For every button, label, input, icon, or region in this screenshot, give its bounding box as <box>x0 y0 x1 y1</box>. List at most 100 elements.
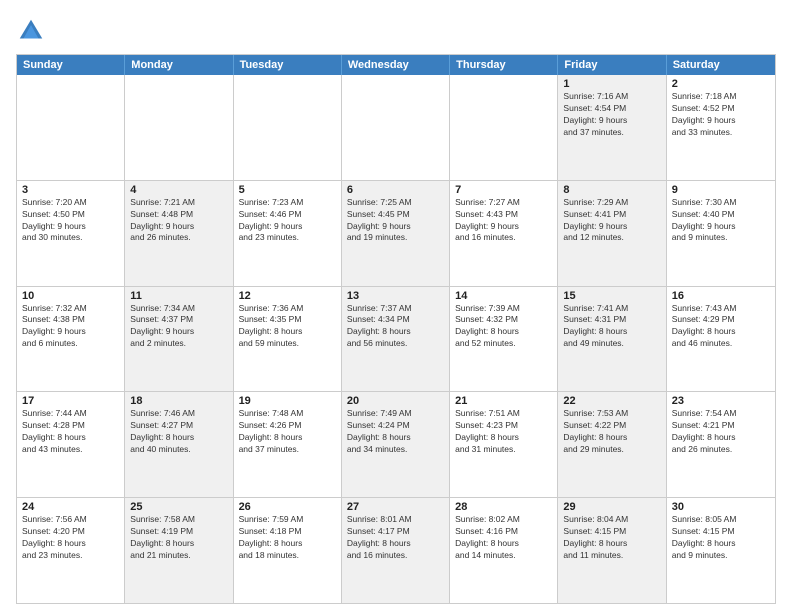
day-number: 4 <box>130 184 227 196</box>
day-number: 12 <box>239 290 336 302</box>
calendar-cell: 10Sunrise: 7:32 AM Sunset: 4:38 PM Dayli… <box>17 287 125 392</box>
day-info: Sunrise: 8:04 AM Sunset: 4:15 PM Dayligh… <box>563 514 660 562</box>
header <box>16 16 776 46</box>
calendar-cell: 2Sunrise: 7:18 AM Sunset: 4:52 PM Daylig… <box>667 75 775 180</box>
day-number: 7 <box>455 184 552 196</box>
calendar-row: 24Sunrise: 7:56 AM Sunset: 4:20 PM Dayli… <box>17 497 775 603</box>
calendar-body: 1Sunrise: 7:16 AM Sunset: 4:54 PM Daylig… <box>17 75 775 603</box>
day-number: 10 <box>22 290 119 302</box>
day-number: 16 <box>672 290 770 302</box>
day-number: 26 <box>239 501 336 513</box>
day-info: Sunrise: 7:49 AM Sunset: 4:24 PM Dayligh… <box>347 408 444 456</box>
day-info: Sunrise: 7:48 AM Sunset: 4:26 PM Dayligh… <box>239 408 336 456</box>
day-number: 29 <box>563 501 660 513</box>
day-info: Sunrise: 7:23 AM Sunset: 4:46 PM Dayligh… <box>239 197 336 245</box>
calendar-row: 10Sunrise: 7:32 AM Sunset: 4:38 PM Dayli… <box>17 286 775 392</box>
day-info: Sunrise: 8:02 AM Sunset: 4:16 PM Dayligh… <box>455 514 552 562</box>
day-number: 13 <box>347 290 444 302</box>
day-number: 25 <box>130 501 227 513</box>
calendar-cell: 26Sunrise: 7:59 AM Sunset: 4:18 PM Dayli… <box>234 498 342 603</box>
day-info: Sunrise: 7:21 AM Sunset: 4:48 PM Dayligh… <box>130 197 227 245</box>
calendar-cell: 7Sunrise: 7:27 AM Sunset: 4:43 PM Daylig… <box>450 181 558 286</box>
day-info: Sunrise: 7:56 AM Sunset: 4:20 PM Dayligh… <box>22 514 119 562</box>
logo <box>16 16 50 46</box>
day-number: 8 <box>563 184 660 196</box>
page: SundayMondayTuesdayWednesdayThursdayFrid… <box>0 0 792 612</box>
calendar-cell: 18Sunrise: 7:46 AM Sunset: 4:27 PM Dayli… <box>125 392 233 497</box>
calendar-header-day: Tuesday <box>234 55 342 75</box>
day-number: 22 <box>563 395 660 407</box>
calendar-cell: 28Sunrise: 8:02 AM Sunset: 4:16 PM Dayli… <box>450 498 558 603</box>
day-number: 19 <box>239 395 336 407</box>
calendar-cell: 3Sunrise: 7:20 AM Sunset: 4:50 PM Daylig… <box>17 181 125 286</box>
calendar-cell: 14Sunrise: 7:39 AM Sunset: 4:32 PM Dayli… <box>450 287 558 392</box>
calendar-header: SundayMondayTuesdayWednesdayThursdayFrid… <box>17 55 775 75</box>
day-info: Sunrise: 7:16 AM Sunset: 4:54 PM Dayligh… <box>563 91 660 139</box>
calendar-cell: 27Sunrise: 8:01 AM Sunset: 4:17 PM Dayli… <box>342 498 450 603</box>
day-info: Sunrise: 7:20 AM Sunset: 4:50 PM Dayligh… <box>22 197 119 245</box>
day-number: 2 <box>672 78 770 90</box>
calendar-cell: 29Sunrise: 8:04 AM Sunset: 4:15 PM Dayli… <box>558 498 666 603</box>
calendar-cell: 1Sunrise: 7:16 AM Sunset: 4:54 PM Daylig… <box>558 75 666 180</box>
calendar-cell: 13Sunrise: 7:37 AM Sunset: 4:34 PM Dayli… <box>342 287 450 392</box>
calendar-cell: 16Sunrise: 7:43 AM Sunset: 4:29 PM Dayli… <box>667 287 775 392</box>
calendar-cell: 9Sunrise: 7:30 AM Sunset: 4:40 PM Daylig… <box>667 181 775 286</box>
calendar-cell: 8Sunrise: 7:29 AM Sunset: 4:41 PM Daylig… <box>558 181 666 286</box>
calendar-header-day: Monday <box>125 55 233 75</box>
day-number: 27 <box>347 501 444 513</box>
calendar-cell: 30Sunrise: 8:05 AM Sunset: 4:15 PM Dayli… <box>667 498 775 603</box>
calendar-cell: 23Sunrise: 7:54 AM Sunset: 4:21 PM Dayli… <box>667 392 775 497</box>
day-number: 30 <box>672 501 770 513</box>
calendar-cell: 12Sunrise: 7:36 AM Sunset: 4:35 PM Dayli… <box>234 287 342 392</box>
day-info: Sunrise: 7:41 AM Sunset: 4:31 PM Dayligh… <box>563 303 660 351</box>
day-number: 5 <box>239 184 336 196</box>
day-number: 15 <box>563 290 660 302</box>
calendar-cell: 4Sunrise: 7:21 AM Sunset: 4:48 PM Daylig… <box>125 181 233 286</box>
day-info: Sunrise: 7:39 AM Sunset: 4:32 PM Dayligh… <box>455 303 552 351</box>
calendar-header-day: Friday <box>558 55 666 75</box>
day-number: 24 <box>22 501 119 513</box>
day-info: Sunrise: 7:36 AM Sunset: 4:35 PM Dayligh… <box>239 303 336 351</box>
calendar-cell <box>17 75 125 180</box>
calendar-cell <box>342 75 450 180</box>
day-number: 1 <box>563 78 660 90</box>
day-info: Sunrise: 8:01 AM Sunset: 4:17 PM Dayligh… <box>347 514 444 562</box>
day-info: Sunrise: 7:54 AM Sunset: 4:21 PM Dayligh… <box>672 408 770 456</box>
calendar: SundayMondayTuesdayWednesdayThursdayFrid… <box>16 54 776 604</box>
day-number: 23 <box>672 395 770 407</box>
calendar-cell: 22Sunrise: 7:53 AM Sunset: 4:22 PM Dayli… <box>558 392 666 497</box>
calendar-cell <box>450 75 558 180</box>
calendar-cell: 6Sunrise: 7:25 AM Sunset: 4:45 PM Daylig… <box>342 181 450 286</box>
calendar-cell: 5Sunrise: 7:23 AM Sunset: 4:46 PM Daylig… <box>234 181 342 286</box>
calendar-header-day: Thursday <box>450 55 558 75</box>
day-info: Sunrise: 7:27 AM Sunset: 4:43 PM Dayligh… <box>455 197 552 245</box>
calendar-row: 3Sunrise: 7:20 AM Sunset: 4:50 PM Daylig… <box>17 180 775 286</box>
logo-icon <box>16 16 46 46</box>
day-number: 17 <box>22 395 119 407</box>
day-info: Sunrise: 7:46 AM Sunset: 4:27 PM Dayligh… <box>130 408 227 456</box>
calendar-cell: 11Sunrise: 7:34 AM Sunset: 4:37 PM Dayli… <box>125 287 233 392</box>
day-number: 6 <box>347 184 444 196</box>
calendar-header-day: Wednesday <box>342 55 450 75</box>
calendar-cell <box>125 75 233 180</box>
day-info: Sunrise: 8:05 AM Sunset: 4:15 PM Dayligh… <box>672 514 770 562</box>
calendar-header-day: Sunday <box>17 55 125 75</box>
day-info: Sunrise: 7:34 AM Sunset: 4:37 PM Dayligh… <box>130 303 227 351</box>
calendar-cell: 25Sunrise: 7:58 AM Sunset: 4:19 PM Dayli… <box>125 498 233 603</box>
day-info: Sunrise: 7:51 AM Sunset: 4:23 PM Dayligh… <box>455 408 552 456</box>
day-number: 18 <box>130 395 227 407</box>
day-number: 28 <box>455 501 552 513</box>
calendar-header-day: Saturday <box>667 55 775 75</box>
day-number: 9 <box>672 184 770 196</box>
day-number: 11 <box>130 290 227 302</box>
calendar-row: 17Sunrise: 7:44 AM Sunset: 4:28 PM Dayli… <box>17 391 775 497</box>
day-info: Sunrise: 7:59 AM Sunset: 4:18 PM Dayligh… <box>239 514 336 562</box>
day-number: 21 <box>455 395 552 407</box>
calendar-cell <box>234 75 342 180</box>
day-number: 3 <box>22 184 119 196</box>
day-info: Sunrise: 7:30 AM Sunset: 4:40 PM Dayligh… <box>672 197 770 245</box>
day-info: Sunrise: 7:43 AM Sunset: 4:29 PM Dayligh… <box>672 303 770 351</box>
day-info: Sunrise: 7:58 AM Sunset: 4:19 PM Dayligh… <box>130 514 227 562</box>
calendar-cell: 20Sunrise: 7:49 AM Sunset: 4:24 PM Dayli… <box>342 392 450 497</box>
calendar-cell: 17Sunrise: 7:44 AM Sunset: 4:28 PM Dayli… <box>17 392 125 497</box>
